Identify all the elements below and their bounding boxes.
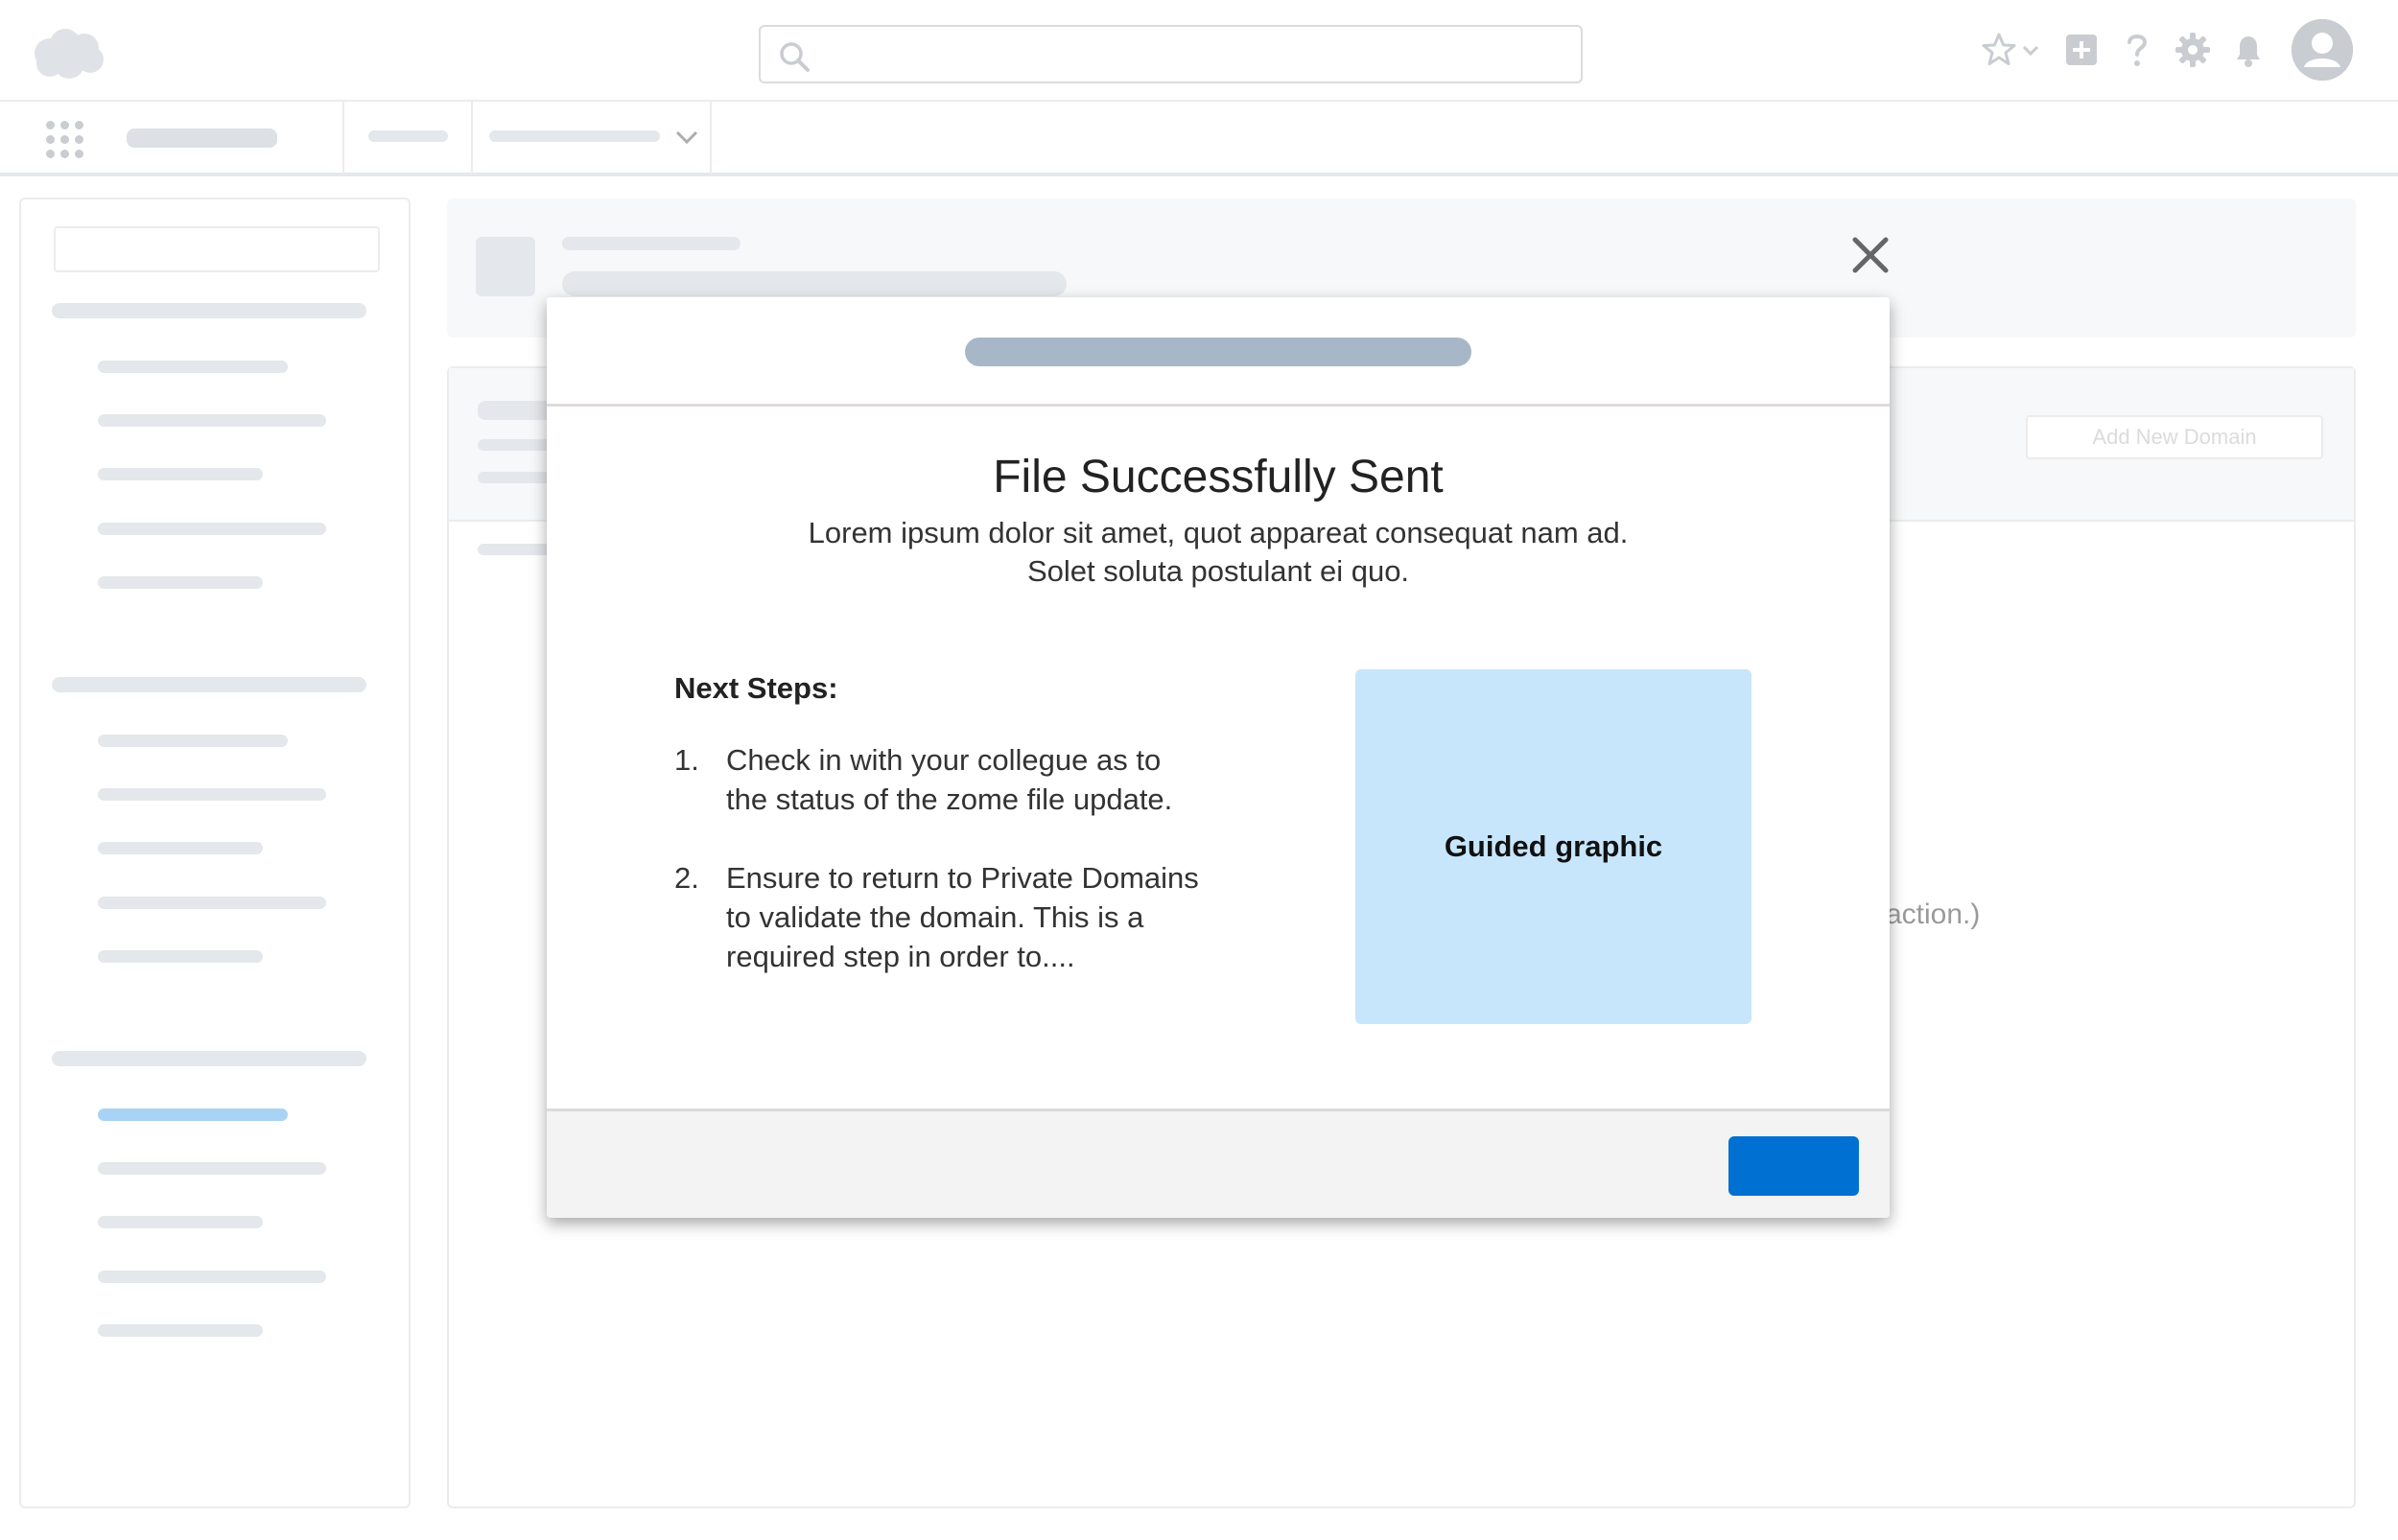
page-header-title [562, 271, 1067, 296]
step-text-line: required step in order to.... [726, 940, 1075, 973]
step-text-line: Check in with your collegue as to [726, 743, 1162, 777]
list-item: 2. Ensure to return to Private Domains t… [674, 858, 1269, 976]
next-steps-heading: Next Steps: [674, 671, 838, 705]
sidebar-item-active[interactable] [98, 1108, 288, 1121]
sidebar-item[interactable] [98, 576, 263, 589]
app-name-placeholder [127, 128, 277, 148]
guided-graphic-label: Guided graphic [1444, 829, 1663, 863]
modal-description-line: Lorem ipsum dolor sit amet, quot apparea… [808, 516, 1629, 549]
guided-graphic: Guided graphic [1355, 669, 1751, 1024]
sidebar [19, 198, 411, 1508]
modal-header-placeholder [965, 338, 1471, 366]
list-item: 1. Check in with your collegue as to the… [674, 740, 1269, 819]
cloud-logo-icon[interactable] [29, 25, 107, 81]
step-number: 1. [674, 743, 699, 777]
modal-description-line: Solet soluta postulant ei quo. [1026, 554, 1410, 588]
sidebar-item[interactable] [98, 523, 326, 535]
sidebar-search-input[interactable] [54, 226, 380, 272]
sidebar-item[interactable] [98, 1216, 263, 1228]
sidebar-item[interactable] [98, 950, 263, 963]
modal-title: File Successfully Sent [993, 452, 1444, 502]
step-text-line: to validate the domain. This is a [726, 900, 1144, 934]
modal-footer [547, 1108, 1890, 1218]
sidebar-item[interactable] [98, 735, 288, 747]
close-icon[interactable] [1847, 232, 1893, 278]
sidebar-item[interactable] [98, 414, 326, 427]
success-modal: File Successfully Sent Lorem ipsum dolor… [547, 297, 1890, 1218]
sidebar-item[interactable] [98, 468, 263, 480]
help-icon[interactable] [2116, 29, 2158, 71]
sidebar-section-heading [52, 303, 366, 318]
modal-header [547, 297, 1890, 407]
sidebar-item[interactable] [98, 897, 326, 909]
step-text-line: Ensure to return to Private Domains [726, 861, 1199, 895]
sidebar-item[interactable] [98, 1324, 263, 1337]
gear-icon[interactable] [2172, 29, 2214, 71]
nav-dropdown-placeholder[interactable] [489, 130, 660, 142]
bell-icon[interactable] [2227, 29, 2269, 71]
app-nav-bar [0, 100, 2398, 176]
user-avatar-icon[interactable] [2292, 19, 2353, 81]
star-icon[interactable] [1980, 29, 2018, 71]
sidebar-section-heading [52, 1051, 366, 1066]
app-launcher-icon[interactable] [46, 121, 84, 159]
primary-action-button[interactable] [1728, 1136, 1859, 1196]
background-empty-state-text: action.) [1886, 898, 1981, 930]
global-header [0, 0, 2398, 100]
search-icon [780, 42, 810, 72]
chevron-down-icon[interactable] [2020, 29, 2041, 71]
global-search-input[interactable] [759, 25, 1583, 83]
sidebar-item[interactable] [98, 1271, 326, 1283]
add-new-domain-button[interactable]: Add New Domain [2026, 415, 2323, 459]
page-header-icon [476, 237, 535, 296]
sidebar-section-heading [52, 677, 366, 692]
modal-description: Lorem ipsum dolor sit amet, quot apparea… [739, 514, 1698, 591]
page-header-subtitle [562, 237, 741, 250]
step-text-line: the status of the zome file update. [726, 782, 1173, 816]
next-steps-list: 1. Check in with your collegue as to the… [674, 740, 1269, 1015]
sidebar-item[interactable] [98, 788, 326, 801]
step-number: 2. [674, 861, 699, 895]
chevron-down-icon[interactable] [673, 123, 700, 150]
sidebar-item[interactable] [98, 1162, 326, 1175]
sidebar-item[interactable] [98, 842, 263, 854]
add-icon[interactable] [2060, 29, 2103, 71]
nav-item-placeholder[interactable] [368, 130, 448, 142]
sidebar-item[interactable] [98, 361, 288, 373]
